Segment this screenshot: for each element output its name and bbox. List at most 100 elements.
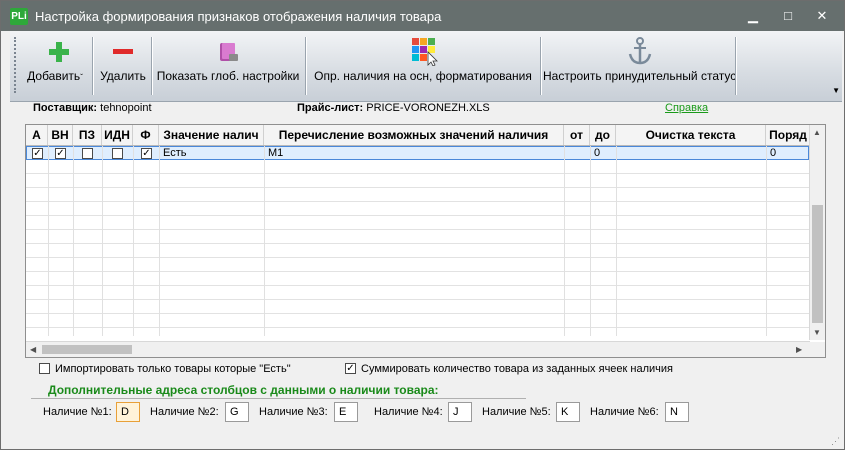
cell-enum[interactable]: M1 <box>265 147 565 161</box>
empty-row[interactable] <box>26 230 809 244</box>
supplier-info: Поставщик: tehnopoint <box>33 102 152 114</box>
minus-icon <box>113 49 133 54</box>
vertical-scrollbar[interactable]: ▲ ▼ <box>809 125 825 340</box>
force-status-label: Настроить принудительный статус <box>543 69 737 83</box>
help-link[interactable]: Справка <box>665 102 708 114</box>
show-global-settings-label: Показать глоб. настройки <box>156 69 300 83</box>
empty-row[interactable] <box>26 328 809 342</box>
column-divider <box>264 146 265 336</box>
cell-order[interactable]: 0 <box>767 147 810 161</box>
column-header[interactable]: от <box>564 125 590 145</box>
import-only-option[interactable]: Импортировать только товары которые "Ест… <box>39 363 291 375</box>
checkbox-pz[interactable] <box>82 148 93 159</box>
show-global-settings-button[interactable]: Показать глоб. настройки <box>154 31 302 99</box>
toolbar-separator <box>151 37 152 95</box>
title-bar[interactable]: PLi Настройка формирования признаков ото… <box>1 1 844 31</box>
add-button[interactable]: Добавитьˇ <box>20 31 90 99</box>
determine-by-formatting-button[interactable]: Опр. наличия на осн, форматирования <box>308 31 538 99</box>
availability-6-input[interactable]: N <box>665 402 689 422</box>
empty-row[interactable] <box>26 160 809 174</box>
empty-row[interactable] <box>26 300 809 314</box>
column-divider <box>564 146 565 336</box>
availability-2-label: Наличие №2: <box>150 406 219 418</box>
column-header[interactable]: Ф <box>133 125 159 145</box>
column-header[interactable]: Поряд <box>766 125 811 145</box>
cell-value[interactable]: Есть <box>160 147 265 161</box>
empty-row[interactable] <box>26 244 809 258</box>
checkbox-a[interactable]: ✓ <box>32 148 43 159</box>
availability-6-label: Наличие №6: <box>590 406 659 418</box>
column-header[interactable]: Значение налич <box>159 125 264 145</box>
column-header[interactable]: до <box>590 125 616 145</box>
force-status-button[interactable]: Настроить принудительный статус <box>543 31 737 99</box>
empty-row[interactable] <box>26 286 809 300</box>
sum-quantity-option[interactable]: ✓ Суммировать количество товара из задан… <box>345 363 673 375</box>
empty-row[interactable] <box>26 188 809 202</box>
delete-button-label: Удалить <box>100 69 146 83</box>
import-only-checkbox[interactable] <box>39 363 50 374</box>
section-divider <box>31 398 526 399</box>
empty-row[interactable] <box>26 258 809 272</box>
cell-clean[interactable] <box>617 147 767 161</box>
toolbar-grip[interactable] <box>14 37 18 93</box>
cell-a[interactable]: ✓ <box>27 147 49 161</box>
column-header[interactable]: ИДН <box>102 125 133 145</box>
column-divider <box>766 146 767 336</box>
minimize-button[interactable]: ▁ <box>742 6 764 26</box>
maximize-button[interactable]: □ <box>777 6 799 26</box>
availability-4-input[interactable]: J <box>448 402 472 422</box>
toolbar-separator <box>305 37 306 95</box>
pricelist-value: PRICE-VORONEZH.XLS <box>366 102 490 114</box>
scroll-down-icon[interactable]: ▼ <box>813 328 821 337</box>
column-header[interactable]: Очистка текста <box>616 125 766 145</box>
column-divider <box>48 146 49 336</box>
empty-row[interactable] <box>26 314 809 328</box>
window-title: Настройка формирования признаков отображ… <box>35 9 442 24</box>
cell-f[interactable]: ✓ <box>134 147 160 161</box>
column-header[interactable]: Перечисление возможных значений наличия <box>264 125 564 145</box>
cell-to[interactable]: 0 <box>591 147 617 161</box>
checkbox-f[interactable]: ✓ <box>141 148 152 159</box>
checkbox-idn[interactable] <box>112 148 123 159</box>
table-row[interactable]: ✓ ✓ ✓ Есть M1 0 0 <box>26 146 810 161</box>
column-divider <box>133 146 134 336</box>
availability-grid: А ВН ПЗ ИДН Ф Значение налич Перечислени… <box>25 124 826 358</box>
scroll-up-icon[interactable]: ▲ <box>813 128 821 137</box>
scroll-right-icon[interactable]: ▶ <box>796 345 802 354</box>
cell-pz[interactable] <box>74 147 103 161</box>
cell-vn[interactable]: ✓ <box>49 147 74 161</box>
pricelist-label: Прайс-лист: <box>297 102 364 114</box>
horizontal-scrollbar[interactable]: ◀ ▶ <box>26 341 810 357</box>
availability-5-input[interactable]: K <box>556 402 580 422</box>
empty-row[interactable] <box>26 272 809 286</box>
resize-grip-icon[interactable]: ⋰ <box>831 436 840 447</box>
availability-2-input[interactable]: G <box>225 402 249 422</box>
toolbar-separator <box>735 37 736 95</box>
delete-button[interactable]: Удалить <box>96 31 150 99</box>
column-header[interactable]: ПЗ <box>73 125 102 145</box>
color-grid-cursor-icon <box>412 38 438 66</box>
checkbox-vn[interactable]: ✓ <box>55 148 66 159</box>
vertical-scroll-thumb[interactable] <box>812 205 823 323</box>
toolbar-overflow-icon[interactable]: ▼ <box>832 86 840 95</box>
determine-by-formatting-label: Опр. наличия на осн, форматирования <box>314 69 532 83</box>
empty-row[interactable] <box>26 202 809 216</box>
availability-1-input[interactable]: D <box>116 402 140 422</box>
plus-icon <box>49 42 69 62</box>
sum-quantity-checkbox[interactable]: ✓ <box>345 363 356 374</box>
availability-3-input[interactable]: E <box>334 402 358 422</box>
availability-4-label: Наличие №4: <box>374 406 443 418</box>
close-button[interactable]: ✕ <box>811 6 833 26</box>
scroll-left-icon[interactable]: ◀ <box>30 345 36 354</box>
supplier-value: tehnopoint <box>100 102 152 114</box>
column-divider <box>159 146 160 336</box>
grid-header: А ВН ПЗ ИДН Ф Значение налич Перечислени… <box>26 125 825 146</box>
settings-window: PLi Настройка формирования признаков ото… <box>0 0 845 450</box>
column-header[interactable]: А <box>26 125 48 145</box>
cell-from[interactable] <box>565 147 591 161</box>
empty-row[interactable] <box>26 216 809 230</box>
horizontal-scroll-thumb[interactable] <box>42 345 132 354</box>
column-header[interactable]: ВН <box>48 125 73 145</box>
empty-row[interactable] <box>26 174 809 188</box>
cell-idn[interactable] <box>103 147 134 161</box>
